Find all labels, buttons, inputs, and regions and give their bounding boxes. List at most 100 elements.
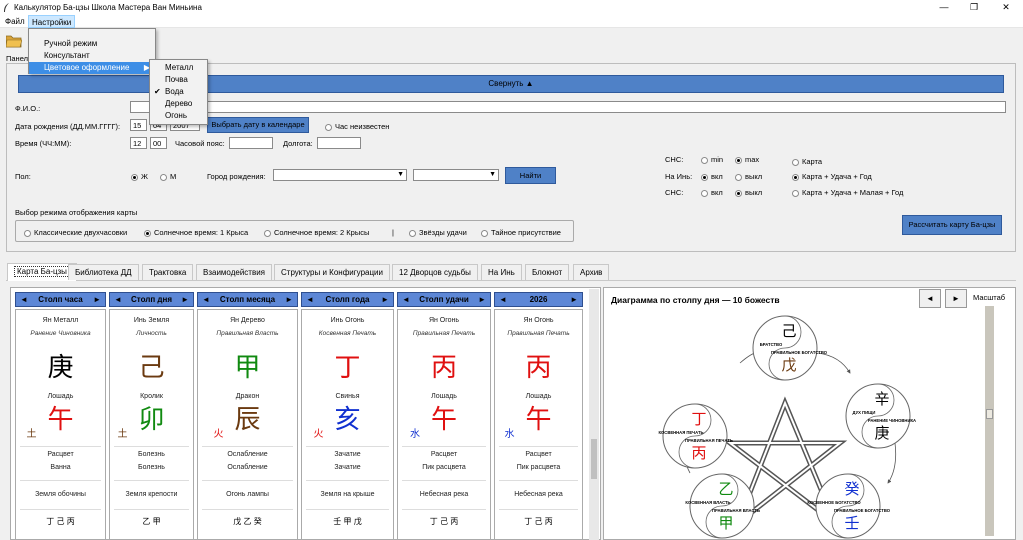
birthdate-label: Дата рождения (ДД.ММ.ГГГГ): xyxy=(15,122,121,131)
mode-solar2-label: Солнечное время: 2 Крысы xyxy=(274,228,370,237)
pillar-next-icon[interactable]: ► xyxy=(478,293,486,306)
tab-structures[interactable]: Структуры и Конфигурации xyxy=(274,264,390,280)
find-button[interactable]: Найти xyxy=(505,167,556,184)
color-water[interactable]: ✔ Вода xyxy=(150,86,207,98)
gender-female-radio[interactable]: Ж xyxy=(131,172,148,181)
option-row1-min-radio[interactable]: min xyxy=(701,155,723,164)
card-opt-2-radio[interactable]: Карта + Удача + Год xyxy=(792,172,872,181)
tab-interactions[interactable]: Взаимодействия xyxy=(196,264,272,280)
pillar-next-icon[interactable]: ► xyxy=(181,293,189,306)
na-yin-sound: Небесная река xyxy=(514,491,563,498)
timezone-label: Часовой пояс: xyxy=(175,139,225,148)
hidden-element: 土 xyxy=(117,429,128,440)
card-opt-1-radio[interactable]: Карта xyxy=(792,157,822,166)
time-label: Время (ЧЧ:ММ): xyxy=(15,139,72,148)
option-row1-max-radio[interactable]: max xyxy=(735,155,759,164)
mode-solar2-radio[interactable]: Солнечное время: 2 Крысы xyxy=(264,228,369,237)
hour-input[interactable]: 12 xyxy=(130,137,147,149)
window-title: Калькулятор Ба-цзы Школа Мастера Ван Мин… xyxy=(14,3,202,12)
circle-god-1: КОСВЕННОЕ БОГАТСТВО xyxy=(807,500,861,505)
card-opt-3-radio[interactable]: Карта + Удача + Малая + Год xyxy=(792,188,903,197)
mode-secret-radio[interactable]: Тайное присутствие xyxy=(481,228,561,237)
growth-state-2: Ванна xyxy=(50,464,71,471)
growth-state-1: Ослабление xyxy=(227,451,268,458)
longitude-input[interactable] xyxy=(317,137,361,149)
mode-solar1-radio[interactable]: Солнечное время: 1 Крыса xyxy=(144,228,248,237)
card-opt-2-label: Карта + Удача + Год xyxy=(802,172,872,181)
pillar-next-icon[interactable]: ► xyxy=(570,293,578,306)
city-select[interactable]: ▼ xyxy=(273,169,407,181)
mode-secret-label: Тайное присутствие xyxy=(491,228,561,237)
color-wood[interactable]: Дерево xyxy=(150,98,207,110)
menu-manual-mode[interactable]: Ручной режим xyxy=(29,38,155,50)
stem-name: Ян Огонь xyxy=(428,317,460,324)
color-metal[interactable]: Металл xyxy=(150,62,207,74)
option-row2-on-radio[interactable]: вкл xyxy=(701,172,723,181)
pillar-prev-icon[interactable]: ◄ xyxy=(499,293,507,306)
ten-god-circle: 己 戊 БРАТСТВО ПРАВИЛЬНОЕ БОГАТСТВО xyxy=(752,315,828,381)
menu-color-theme[interactable]: Цветовое оформление ▶ xyxy=(29,62,155,74)
pillar-next-icon[interactable]: ► xyxy=(285,293,293,306)
close-button[interactable]: ✕ xyxy=(996,2,1016,13)
pillar-prev-icon[interactable]: ◄ xyxy=(306,293,314,306)
ten-god-circle: 丁 丙 КОСВЕННАЯ ПЕЧАТЬ ПРАВИЛЬНАЯ ПЕЧАТЬ xyxy=(658,403,733,469)
pillars-scrollbar[interactable] xyxy=(589,289,599,540)
maximize-button[interactable]: ❐ xyxy=(964,2,984,13)
menu-consultant[interactable]: Консультант xyxy=(29,50,155,62)
option-row3-label: СНС: xyxy=(665,188,684,197)
option-row3-off-radio[interactable]: выкл xyxy=(735,188,762,197)
option-row2-off-radio[interactable]: выкл xyxy=(735,172,762,181)
minute-input[interactable]: 00 xyxy=(150,137,167,149)
tab-bazi-card[interactable]: Карта Ба-цзы xyxy=(7,263,77,281)
pillar-prev-icon[interactable]: ◄ xyxy=(114,293,122,306)
option-row3-on-radio[interactable]: вкл xyxy=(701,188,723,197)
hidden-element: 火 xyxy=(313,429,324,440)
pillar-prev-icon[interactable]: ◄ xyxy=(20,293,28,306)
open-folder-icon[interactable] xyxy=(6,34,22,48)
diagram-next-button[interactable]: ► xyxy=(945,289,967,308)
diagram-title: Диаграмма по столпу дня — 10 божеств xyxy=(611,295,780,305)
stem-role: Правильная Печать xyxy=(412,330,476,337)
mode-stars-radio[interactable]: Звёзды удачи xyxy=(409,228,467,237)
pillar-next-icon[interactable]: ► xyxy=(93,293,101,306)
scale-slider[interactable] xyxy=(985,306,994,536)
tab-notebook[interactable]: Блокнот xyxy=(525,264,570,280)
pillar-title: Столп месяца xyxy=(219,295,276,304)
tab-12-palaces[interactable]: 12 Дворцов судьбы xyxy=(392,264,478,280)
color-soil[interactable]: Почва xyxy=(150,74,207,86)
color-fire[interactable]: Огонь xyxy=(150,110,207,122)
diagram-prev-button[interactable]: ◄ xyxy=(919,289,941,308)
calendar-button[interactable]: Выбрать дату в календаре xyxy=(207,117,309,133)
hidden-stems: 壬 甲 戊 xyxy=(333,517,362,526)
option-row3-on-label: вкл xyxy=(711,188,723,197)
tab-na-yin[interactable]: На Инь xyxy=(481,264,522,280)
pillar-next-icon[interactable]: ► xyxy=(381,293,389,306)
mode-stars-label: Звёзды удачи xyxy=(419,228,467,237)
menu-settings[interactable]: Настройки xyxy=(28,15,76,28)
pillar-prev-icon[interactable]: ◄ xyxy=(202,293,210,306)
fio-input[interactable] xyxy=(130,101,1006,113)
time-unknown-radio[interactable]: Час неизвестен xyxy=(325,122,389,131)
mode-classic-radio[interactable]: Классические двухчасовки xyxy=(24,228,127,237)
tab-archive[interactable]: Архив xyxy=(573,264,610,280)
option-row2-on-label: вкл xyxy=(711,172,723,181)
calculate-button[interactable]: Рассчитать карту Ба-цзы xyxy=(902,215,1002,235)
day-input[interactable]: 15 xyxy=(130,119,147,131)
cycle-arrow xyxy=(887,442,897,484)
minimize-button[interactable]: — xyxy=(934,2,954,13)
timezone-input[interactable] xyxy=(229,137,273,149)
tab-interpretation[interactable]: Трактовка xyxy=(142,264,194,280)
stem-role: Ранение Чиновника xyxy=(30,330,91,337)
chevron-down-icon: ▼ xyxy=(397,171,404,178)
city-variant-select[interactable]: ▼ xyxy=(413,169,499,181)
gender-male-radio[interactable]: М xyxy=(160,172,176,181)
circle-bottom-stem: 丙 xyxy=(691,444,706,462)
stem-name: Ян Дерево xyxy=(230,317,265,324)
tab-library[interactable]: Библиотека ДД xyxy=(68,264,139,280)
circle-god-1: КОСВЕННАЯ ВЛАСТЬ xyxy=(685,500,730,505)
na-yin-sound: Небесная река xyxy=(419,491,469,498)
menu-file[interactable]: Файл xyxy=(2,15,28,28)
hidden-stems: 丁 己 丙 xyxy=(429,517,459,526)
pillar-prev-icon[interactable]: ◄ xyxy=(402,293,410,306)
circle-god-2: ПРАВИЛЬНАЯ ПЕЧАТЬ xyxy=(685,438,733,443)
